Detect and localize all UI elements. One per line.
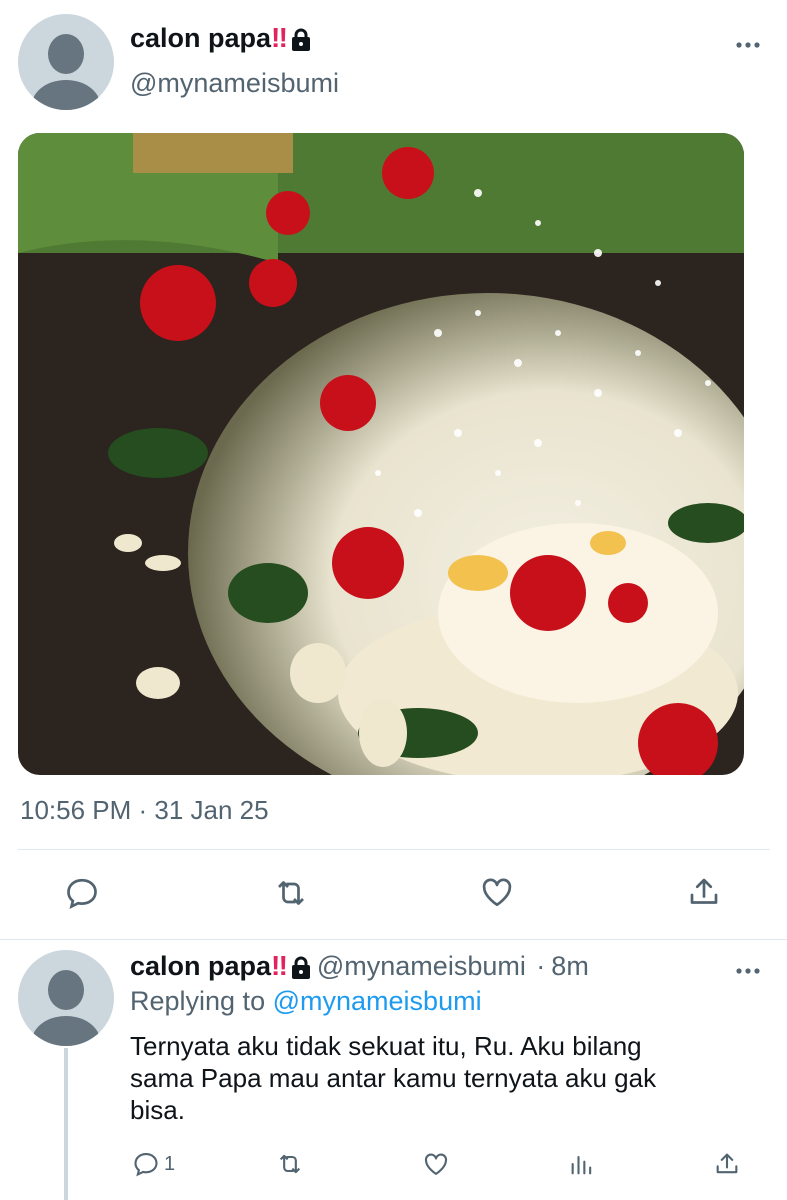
more-horizontal-icon [736, 42, 760, 48]
reply-author-handle[interactable]: @mynameisbumi [317, 951, 526, 981]
reply-icon [67, 878, 97, 909]
reply-text: Ternyata aku tidak sekuat itu, Ru. Aku b… [130, 1030, 750, 1126]
lock-icon [290, 28, 312, 57]
tweet-photo[interactable] [18, 133, 744, 775]
separator-dot: · [536, 951, 546, 981]
reply-share-button[interactable] [713, 1150, 741, 1178]
reply-count: 1 [164, 1152, 176, 1175]
share-icon [690, 878, 718, 904]
lock-icon [290, 956, 312, 985]
photo-roses-on-grave-image [18, 133, 744, 775]
author-avatar[interactable] [18, 14, 114, 110]
reply-age[interactable]: 8m [551, 951, 589, 981]
author-display-name: calon papa [130, 23, 272, 53]
share-button[interactable] [686, 874, 722, 910]
double-exclamation-emoji: ‼ [271, 22, 288, 53]
reply-more-options-button[interactable] [736, 962, 760, 980]
reply-button[interactable] [64, 875, 100, 911]
author-name-row[interactable]: calon papa‼ [130, 22, 312, 57]
double-exclamation-emoji: ‼ [271, 950, 288, 981]
reply-header-row: calon papa‼ @mynameisbumi · 8m [130, 950, 589, 985]
retweet-icon [279, 1154, 301, 1174]
tweet-timestamp[interactable]: 10:56 PM · 31 Jan 25 [20, 795, 269, 826]
reply-text-line: bisa. [130, 1095, 185, 1125]
thread-line [64, 1048, 68, 1200]
retweet-icon [278, 881, 304, 905]
replying-to-handle-link[interactable]: @mynameisbumi [273, 986, 482, 1016]
reply-analytics-button[interactable] [568, 1150, 596, 1178]
replying-to-line: Replying to @mynameisbumi [130, 986, 482, 1017]
reply-retweet-button[interactable] [275, 1150, 305, 1178]
reply-like-button[interactable] [421, 1150, 451, 1178]
like-icon [424, 1153, 448, 1175]
reply-author-avatar[interactable] [18, 950, 114, 1046]
like-button[interactable] [478, 874, 516, 910]
share-icon [716, 1153, 738, 1174]
like-icon [482, 878, 512, 907]
reply-text-line: sama Papa mau antar kamu ternyata aku ga… [130, 1063, 657, 1093]
divider [0, 939, 787, 940]
reply-icon [134, 1153, 158, 1177]
reply-reply-button[interactable]: 1 [132, 1150, 175, 1178]
reply-author-display-name[interactable]: calon papa [130, 951, 271, 981]
more-options-button[interactable] [736, 36, 760, 54]
more-horizontal-icon [736, 968, 760, 974]
author-handle[interactable]: @mynameisbumi [130, 68, 339, 99]
reply-text-line: Ternyata aku tidak sekuat itu, Ru. Aku b… [130, 1031, 642, 1061]
analytics-icon [571, 1155, 592, 1175]
replying-to-label: Replying to [130, 986, 266, 1016]
divider [18, 849, 770, 850]
retweet-button[interactable] [272, 875, 310, 911]
